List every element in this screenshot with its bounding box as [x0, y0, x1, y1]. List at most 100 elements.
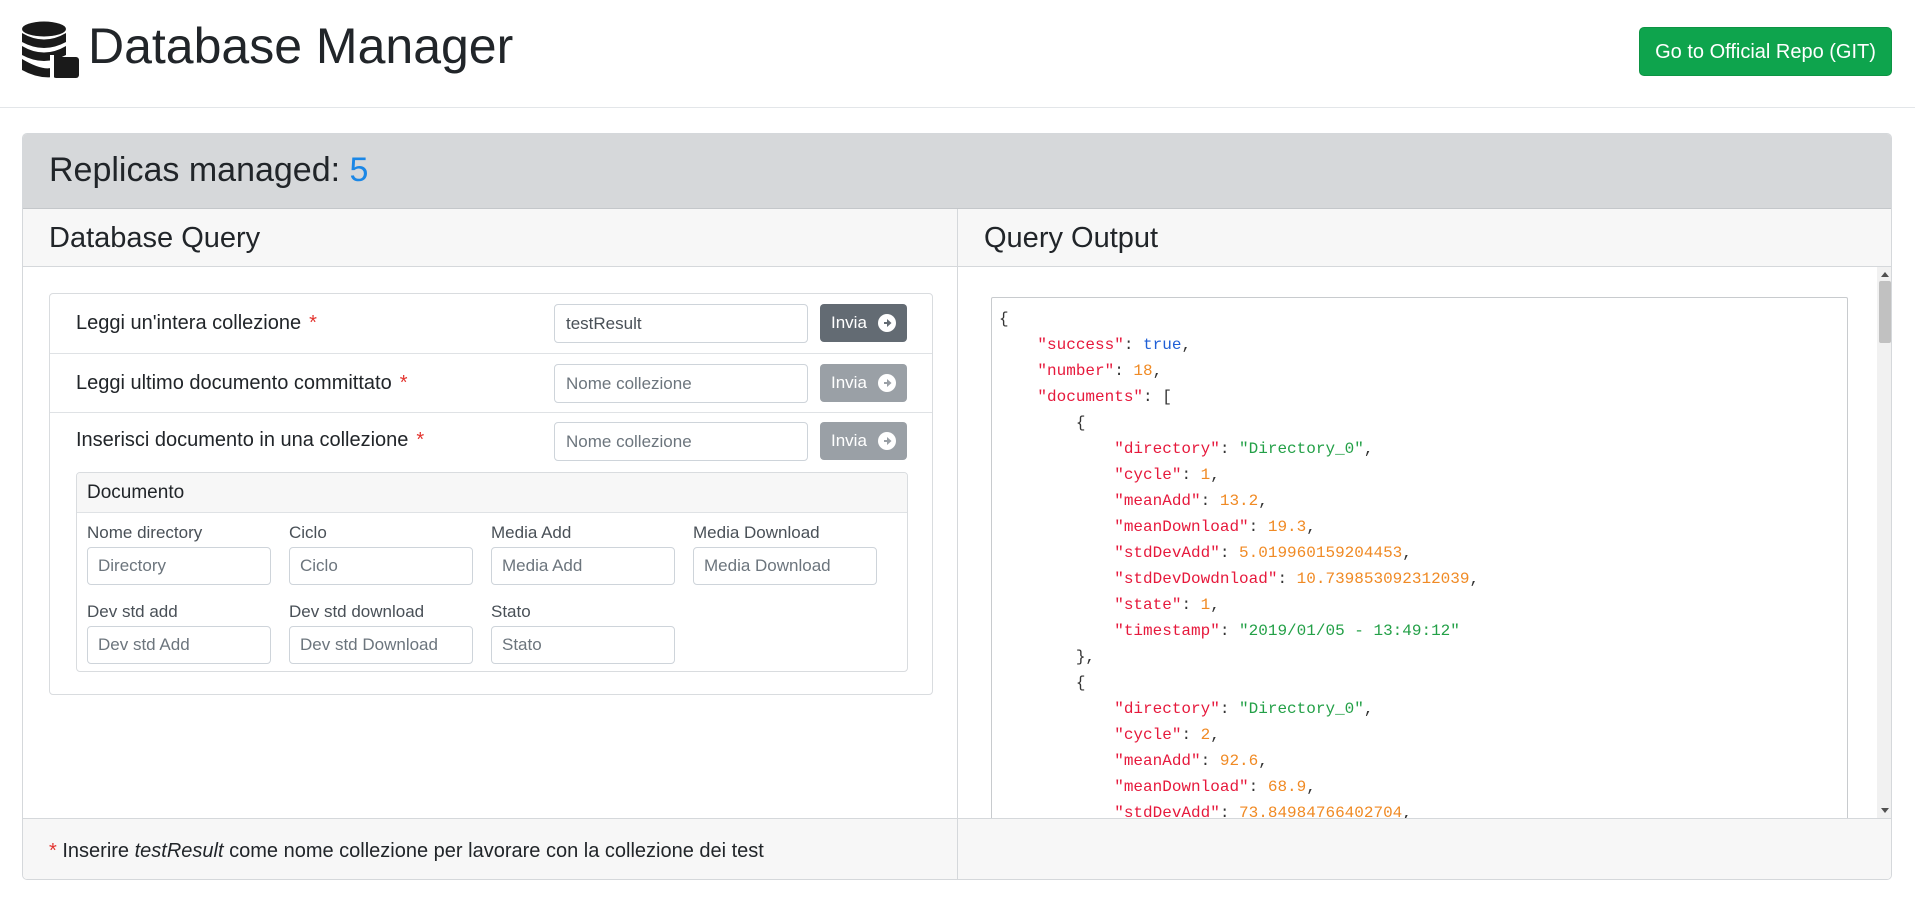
scroll-down-arrow-icon[interactable]: [1881, 808, 1889, 813]
footer-note-before: Inserire: [62, 840, 130, 862]
media-download-input[interactable]: [693, 547, 877, 585]
json-line: {: [999, 670, 1840, 696]
json-punct: : [: [1143, 388, 1172, 406]
json-key: "documents": [1037, 388, 1144, 406]
query-row-label: Leggi un'intera collezione *: [76, 311, 317, 335]
json-line: "timestamp": "2019/01/05 - 13:49:12": [999, 618, 1840, 644]
json-punct: [999, 362, 1037, 380]
json-punct: },: [999, 648, 1096, 666]
json-punct: [999, 544, 1114, 562]
submit-button-label: Invia: [831, 373, 867, 392]
media-add-input[interactable]: [491, 547, 675, 585]
query-row-read-collection: Leggi un'intera collezione * Invia: [50, 294, 932, 354]
stato-input[interactable]: [491, 626, 675, 664]
json-punct: [999, 700, 1114, 718]
json-punct: {: [999, 414, 1086, 432]
json-punct: [999, 804, 1114, 818]
footer-note-emphasis: testResult: [134, 840, 224, 862]
output-panel-header: Query Output: [958, 209, 1891, 267]
json-line: "documents": [: [999, 384, 1840, 410]
required-marker: *: [416, 429, 425, 451]
json-number: 1: [1200, 596, 1211, 614]
required-marker: *: [309, 312, 317, 334]
json-key: "meanDownload": [1114, 778, 1249, 796]
json-punct: ,: [1306, 518, 1316, 536]
json-line: {: [999, 410, 1840, 436]
json-number: 18: [1133, 362, 1153, 380]
json-punct: {: [999, 310, 1009, 328]
collection-name-input[interactable]: [554, 364, 808, 403]
json-line: "meanAdd": 92.6,: [999, 748, 1840, 774]
json-line: "number": 18,: [999, 358, 1840, 384]
json-punct: ,: [1258, 752, 1268, 770]
footer-note: * Inserire testResult come nome collezio…: [49, 839, 764, 863]
json-line: "meanDownload": 68.9,: [999, 774, 1840, 800]
replicas-card: Replicas managed: 5 Database Query Leggi…: [22, 133, 1892, 880]
dev-std-download-input[interactable]: [289, 626, 473, 664]
output-panel-title: Query Output: [984, 222, 1159, 254]
json-line: "cycle": 1,: [999, 462, 1840, 488]
official-repo-button[interactable]: Go to Official Repo (GIT): [1639, 27, 1892, 76]
json-number: 5.019960159204453: [1239, 544, 1403, 562]
arrow-right-circle-icon: [878, 374, 896, 392]
document-header: Documento: [77, 473, 907, 513]
top-header: Database Manager Go to Official Repo (GI…: [0, 0, 1915, 108]
json-key: "directory": [1114, 440, 1220, 458]
json-punct: ,: [1152, 362, 1163, 380]
json-string: "Directory_0": [1239, 700, 1364, 718]
json-punct: :: [1181, 726, 1201, 744]
submit-read-collection-button[interactable]: Invia: [820, 304, 907, 342]
output-scroll-area[interactable]: { "success": true, "number": 18, "docume…: [958, 267, 1891, 818]
field-label: Dev std download: [289, 602, 425, 621]
json-line: "meanDownload": 19.3,: [999, 514, 1840, 540]
app-title: Database Manager: [88, 18, 514, 74]
json-string: "Directory_0": [1239, 440, 1364, 458]
query-panel-header: Database Query: [23, 209, 957, 267]
json-punct: :: [1219, 804, 1240, 818]
query-row-read-last-document: Leggi ultimo documento committato * Invia: [50, 354, 932, 413]
json-punct: [999, 778, 1114, 796]
json-punct: :: [1248, 778, 1268, 796]
query-row-insert-document: Inserisci documento in una collezione * I…: [50, 413, 932, 696]
replicas-label: Replicas managed:: [49, 151, 341, 189]
json-key: "number": [1037, 362, 1115, 380]
json-punct: :: [1181, 596, 1201, 614]
json-number: 2: [1200, 726, 1211, 744]
json-number: 10.739853092312039: [1296, 570, 1470, 588]
json-punct: ,: [1210, 596, 1220, 614]
json-key: "cycle": [1114, 466, 1182, 484]
field-label: Media Download: [693, 523, 820, 542]
field-label: Media Add: [491, 523, 572, 542]
json-number: 73.84984766402704: [1239, 804, 1403, 818]
collection-name-input[interactable]: [554, 422, 808, 461]
collection-name-input[interactable]: [554, 304, 808, 343]
directory-input[interactable]: [87, 547, 271, 585]
output-scrollbar[interactable]: [1877, 267, 1891, 818]
json-punct: [999, 752, 1114, 770]
dev-std-add-input[interactable]: [87, 626, 271, 664]
arrow-right-circle-icon: [878, 432, 896, 450]
json-key: "success": [1037, 336, 1124, 354]
scrollbar-thumb[interactable]: [1879, 281, 1891, 343]
scroll-up-arrow-icon[interactable]: [1881, 272, 1889, 277]
json-key: "directory": [1114, 700, 1220, 718]
query-panel-footer: * Inserire testResult come nome collezio…: [23, 818, 957, 879]
json-boolean: true: [1143, 336, 1182, 354]
json-punct: [999, 492, 1114, 510]
json-key: "stdDevDowdnload": [1114, 570, 1278, 588]
card-header: Replicas managed: 5: [23, 134, 1891, 209]
submit-read-last-button[interactable]: Invia: [820, 364, 907, 402]
json-punct: [999, 518, 1114, 536]
json-number: 68.9: [1267, 778, 1307, 796]
query-row-label-text: Inserisci documento in una collezione: [76, 429, 409, 451]
json-punct: :: [1248, 518, 1268, 536]
json-key: "state": [1114, 596, 1182, 614]
submit-insert-button[interactable]: Invia: [820, 422, 907, 460]
json-line: {: [999, 306, 1840, 332]
database-icon: [22, 21, 79, 79]
json-punct: :: [1219, 700, 1240, 718]
json-number: 19.3: [1267, 518, 1307, 536]
ciclo-input[interactable]: [289, 547, 473, 585]
json-punct: :: [1123, 336, 1144, 354]
json-key: "meanDownload": [1114, 518, 1249, 536]
